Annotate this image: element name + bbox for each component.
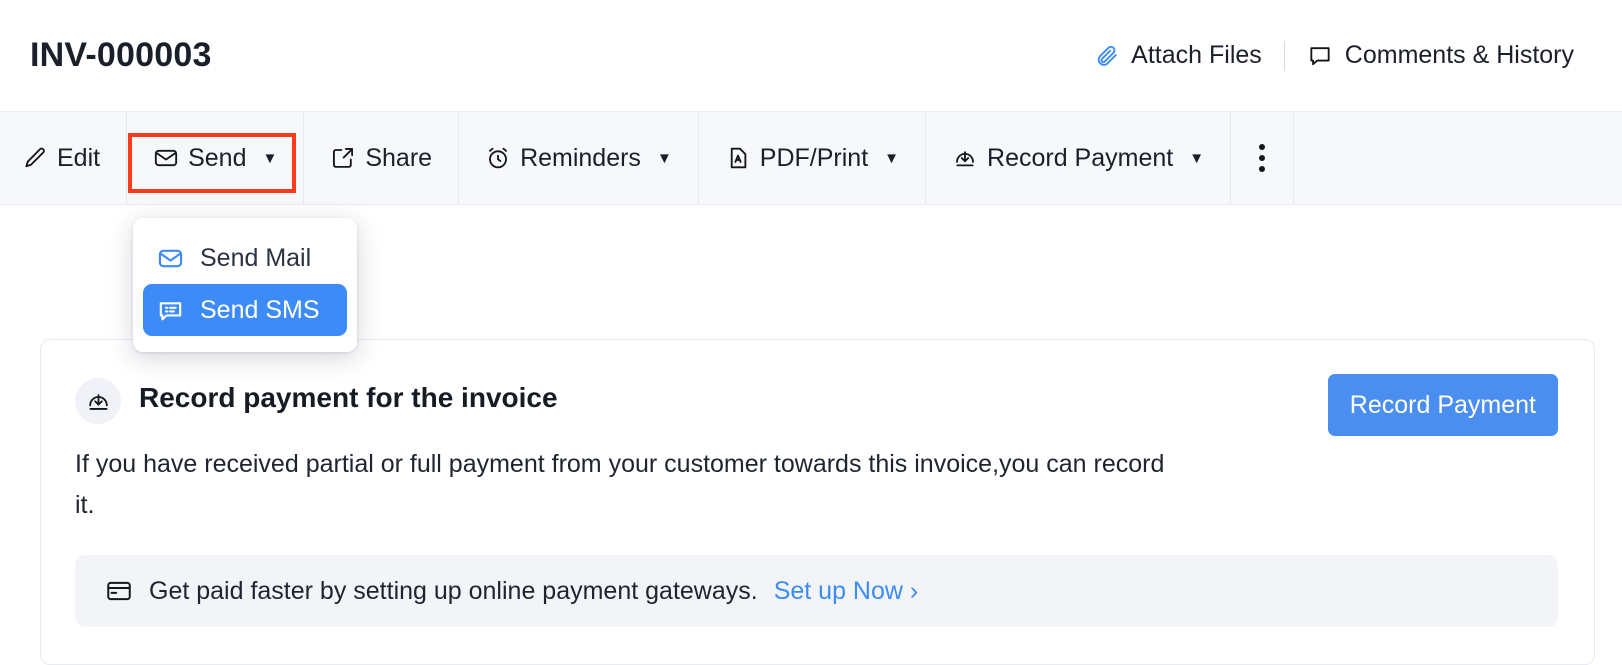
pencil-icon <box>22 145 48 171</box>
page-header: INV-000003 Attach Files Comments & Histo… <box>0 0 1622 112</box>
card-header-left: Record payment for the invoice <box>75 374 558 424</box>
header-actions: Attach Files Comments & History <box>1072 40 1596 71</box>
pdf-file-icon <box>725 145 751 171</box>
send-sms-label: Send SMS <box>200 295 320 324</box>
sms-bubble-icon <box>157 297 184 324</box>
toolbar-pdf-print-button[interactable]: PDF/Print ▼ <box>699 112 927 204</box>
toolbar-send-button[interactable]: Send ▼ <box>127 112 305 204</box>
envelope-outline-icon <box>157 245 184 272</box>
credit-card-icon <box>105 577 133 605</box>
toolbar-edit-label: Edit <box>57 143 101 172</box>
download-circle-icon <box>952 145 978 171</box>
toolbar-share-label: Share <box>365 143 433 172</box>
send-dropdown-menu: Send Mail Send SMS <box>133 218 357 352</box>
toolbar-send-label: Send <box>188 143 247 172</box>
comment-bubble-icon <box>1307 43 1333 69</box>
payment-gateway-banner-text: Get paid faster by setting up online pay… <box>149 576 758 605</box>
alarm-clock-icon <box>485 145 511 171</box>
kebab-menu-icon <box>1259 144 1266 172</box>
toolbar-pdf-print-label: PDF/Print <box>759 143 869 172</box>
send-mail-menu-item[interactable]: Send Mail <box>143 232 347 284</box>
toolbar-filler <box>1294 112 1622 204</box>
share-icon <box>330 145 356 171</box>
comments-history-button[interactable]: Comments & History <box>1285 41 1596 70</box>
chevron-down-icon: ▼ <box>262 149 278 167</box>
set-up-now-link[interactable]: Set up Now › <box>774 577 919 606</box>
card-title: Record payment for the invoice <box>139 382 558 413</box>
card-description: If you have received partial or full pay… <box>75 450 1165 519</box>
download-circle-icon <box>75 378 121 424</box>
toolbar-more-menu-button[interactable] <box>1231 112 1295 204</box>
comments-history-label: Comments & History <box>1344 41 1574 69</box>
toolbar-reminders-label: Reminders <box>520 143 641 172</box>
paperclip-icon <box>1094 43 1119 68</box>
toolbar-edit-button[interactable]: Edit <box>0 112 128 204</box>
action-toolbar: Edit Send ▼ Share Reminders ▼ PDF/Print … <box>0 112 1622 205</box>
toolbar-record-payment-label: Record Payment <box>987 143 1174 172</box>
payment-gateway-banner: Get paid faster by setting up online pay… <box>75 555 1558 627</box>
toolbar-record-payment-button[interactable]: Record Payment ▼ <box>926 112 1232 204</box>
toolbar-reminders-button[interactable]: Reminders ▼ <box>459 112 699 204</box>
send-sms-menu-item[interactable]: Send SMS <box>143 284 347 336</box>
card-header: Record payment for the invoice Record Pa… <box>75 374 1558 436</box>
record-payment-primary-button[interactable]: Record Payment <box>1327 374 1558 436</box>
attach-files-label: Attach Files <box>1131 41 1262 69</box>
envelope-icon <box>153 145 179 171</box>
page-title: INV-000003 <box>30 36 212 74</box>
toolbar-share-button[interactable]: Share <box>304 112 460 204</box>
chevron-down-icon: ▼ <box>656 149 672 167</box>
send-mail-label: Send Mail <box>200 243 312 272</box>
chevron-down-icon: ▼ <box>884 149 900 167</box>
chevron-down-icon: ▼ <box>1189 149 1205 167</box>
attach-files-button[interactable]: Attach Files <box>1072 41 1284 70</box>
record-payment-card: Record payment for the invoice Record Pa… <box>40 339 1595 665</box>
